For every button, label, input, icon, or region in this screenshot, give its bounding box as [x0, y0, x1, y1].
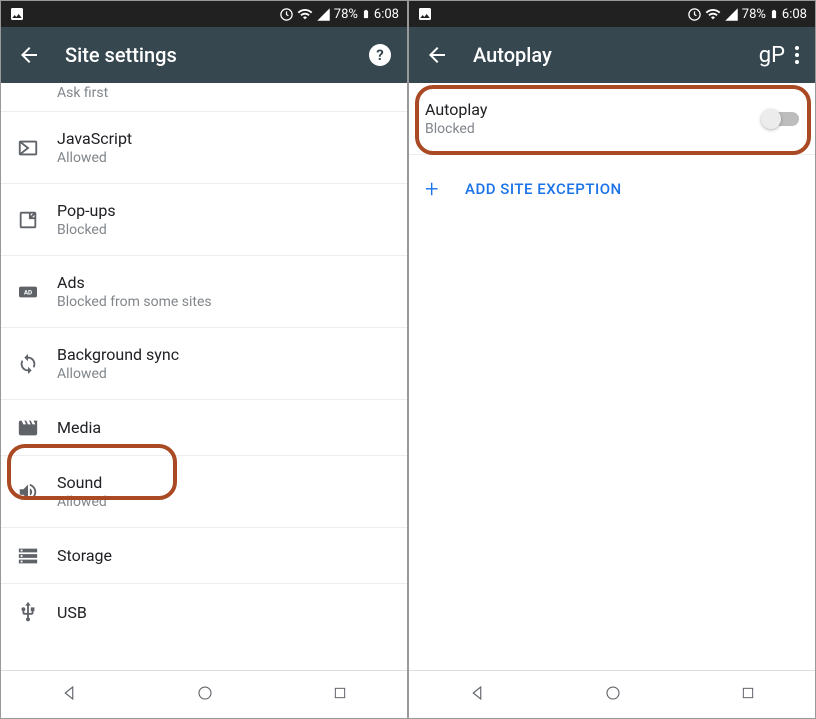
- help-button[interactable]: ?: [369, 44, 391, 66]
- setting-title: Ads: [57, 273, 391, 292]
- add-site-exception-button[interactable]: + ADD SITE EXCEPTION: [409, 155, 815, 223]
- back-button[interactable]: [425, 43, 449, 67]
- list-item-popups[interactable]: Pop-ups Blocked: [1, 184, 407, 256]
- more-icon[interactable]: [795, 46, 799, 64]
- triangle-back-icon: [468, 684, 486, 702]
- autoplay-title: Autoplay: [425, 100, 763, 119]
- autoplay-content: Autoplay Blocked + ADD SITE EXCEPTION: [409, 83, 815, 670]
- phone-site-settings: 78% 6:08 Site settings ? Ask first JavaS…: [0, 0, 408, 719]
- list-item-storage[interactable]: Storage: [1, 528, 407, 584]
- nav-back-button[interactable]: [60, 684, 78, 706]
- autoplay-sub: Blocked: [425, 121, 763, 137]
- list-item-media[interactable]: Media: [1, 400, 407, 456]
- setting-title: Pop-ups: [57, 201, 391, 220]
- nav-home-button[interactable]: [196, 684, 214, 706]
- wifi-icon: [297, 6, 313, 22]
- settings-list: Ask first JavaScript Allowed Pop-ups Blo…: [1, 83, 407, 670]
- status-bar: 78% 6:08: [1, 1, 407, 27]
- list-item-partial[interactable]: Ask first: [1, 83, 407, 112]
- phone-autoplay: 78% 6:08 Autoplay gP Autoplay Blocked + …: [408, 0, 816, 719]
- page-title: Site settings: [65, 43, 369, 67]
- dnd-icon: [687, 7, 702, 22]
- list-item-javascript[interactable]: JavaScript Allowed: [1, 112, 407, 184]
- setting-title: Storage: [57, 546, 391, 565]
- setting-title: Sound: [57, 473, 391, 492]
- setting-sub: Blocked: [57, 222, 391, 238]
- setting-title: Media: [57, 418, 391, 437]
- signal-icon: [724, 7, 739, 22]
- nav-back-button[interactable]: [468, 684, 486, 706]
- svg-text:AD: AD: [24, 288, 32, 296]
- nav-recent-button[interactable]: [332, 685, 348, 705]
- square-recent-icon: [740, 685, 756, 701]
- gp-watermark: gP: [759, 43, 799, 68]
- signal-icon: [316, 7, 331, 22]
- plus-icon: +: [425, 175, 465, 203]
- arrow-back-icon: [425, 43, 449, 67]
- image-icon: [417, 6, 433, 22]
- triangle-back-icon: [60, 684, 78, 702]
- popup-icon: [17, 209, 39, 231]
- battery-pct: 78%: [334, 7, 358, 22]
- setting-title: JavaScript: [57, 129, 391, 148]
- ads-icon: AD: [17, 283, 39, 301]
- page-title: Autoplay: [473, 43, 759, 67]
- setting-sub: Allowed: [57, 494, 391, 510]
- storage-icon: [17, 545, 39, 567]
- autoplay-toggle-row[interactable]: Autoplay Blocked: [409, 83, 815, 155]
- time-label: 6:08: [782, 7, 807, 22]
- battery-pct: 78%: [742, 7, 766, 22]
- dnd-icon: [279, 7, 294, 22]
- setting-sub: Allowed: [57, 150, 391, 166]
- setting-title: Background sync: [57, 345, 391, 364]
- add-exception-label: ADD SITE EXCEPTION: [465, 180, 622, 198]
- nav-home-button[interactable]: [604, 684, 622, 706]
- app-header: Autoplay gP: [409, 27, 815, 83]
- setting-title: USB: [57, 603, 391, 622]
- android-nav-bar: [409, 670, 815, 718]
- usb-icon: [17, 601, 39, 623]
- circle-home-icon: [604, 684, 622, 702]
- list-item-usb[interactable]: USB: [1, 584, 407, 640]
- battery-icon: [769, 6, 779, 22]
- app-header: Site settings ?: [1, 27, 407, 83]
- battery-icon: [361, 6, 371, 22]
- image-icon: [9, 6, 25, 22]
- android-nav-bar: [1, 670, 407, 718]
- sound-icon: [17, 481, 39, 503]
- arrow-back-icon: [17, 43, 41, 67]
- list-item-ads[interactable]: AD Ads Blocked from some sites: [1, 256, 407, 328]
- setting-sub: Ask first: [57, 85, 391, 101]
- time-label: 6:08: [374, 7, 399, 22]
- sync-icon: [17, 353, 39, 375]
- back-button[interactable]: [17, 43, 41, 67]
- help-icon: ?: [369, 44, 391, 66]
- media-icon: [17, 417, 39, 439]
- circle-home-icon: [196, 684, 214, 702]
- list-item-bgsync[interactable]: Background sync Allowed: [1, 328, 407, 400]
- wifi-icon: [705, 6, 721, 22]
- square-recent-icon: [332, 685, 348, 701]
- autoplay-toggle[interactable]: [763, 112, 799, 126]
- setting-sub: Blocked from some sites: [57, 294, 391, 310]
- javascript-icon: [17, 137, 39, 159]
- list-item-sound[interactable]: Sound Allowed: [1, 456, 407, 528]
- status-bar: 78% 6:08: [409, 1, 815, 27]
- setting-sub: Allowed: [57, 366, 391, 382]
- nav-recent-button[interactable]: [740, 685, 756, 705]
